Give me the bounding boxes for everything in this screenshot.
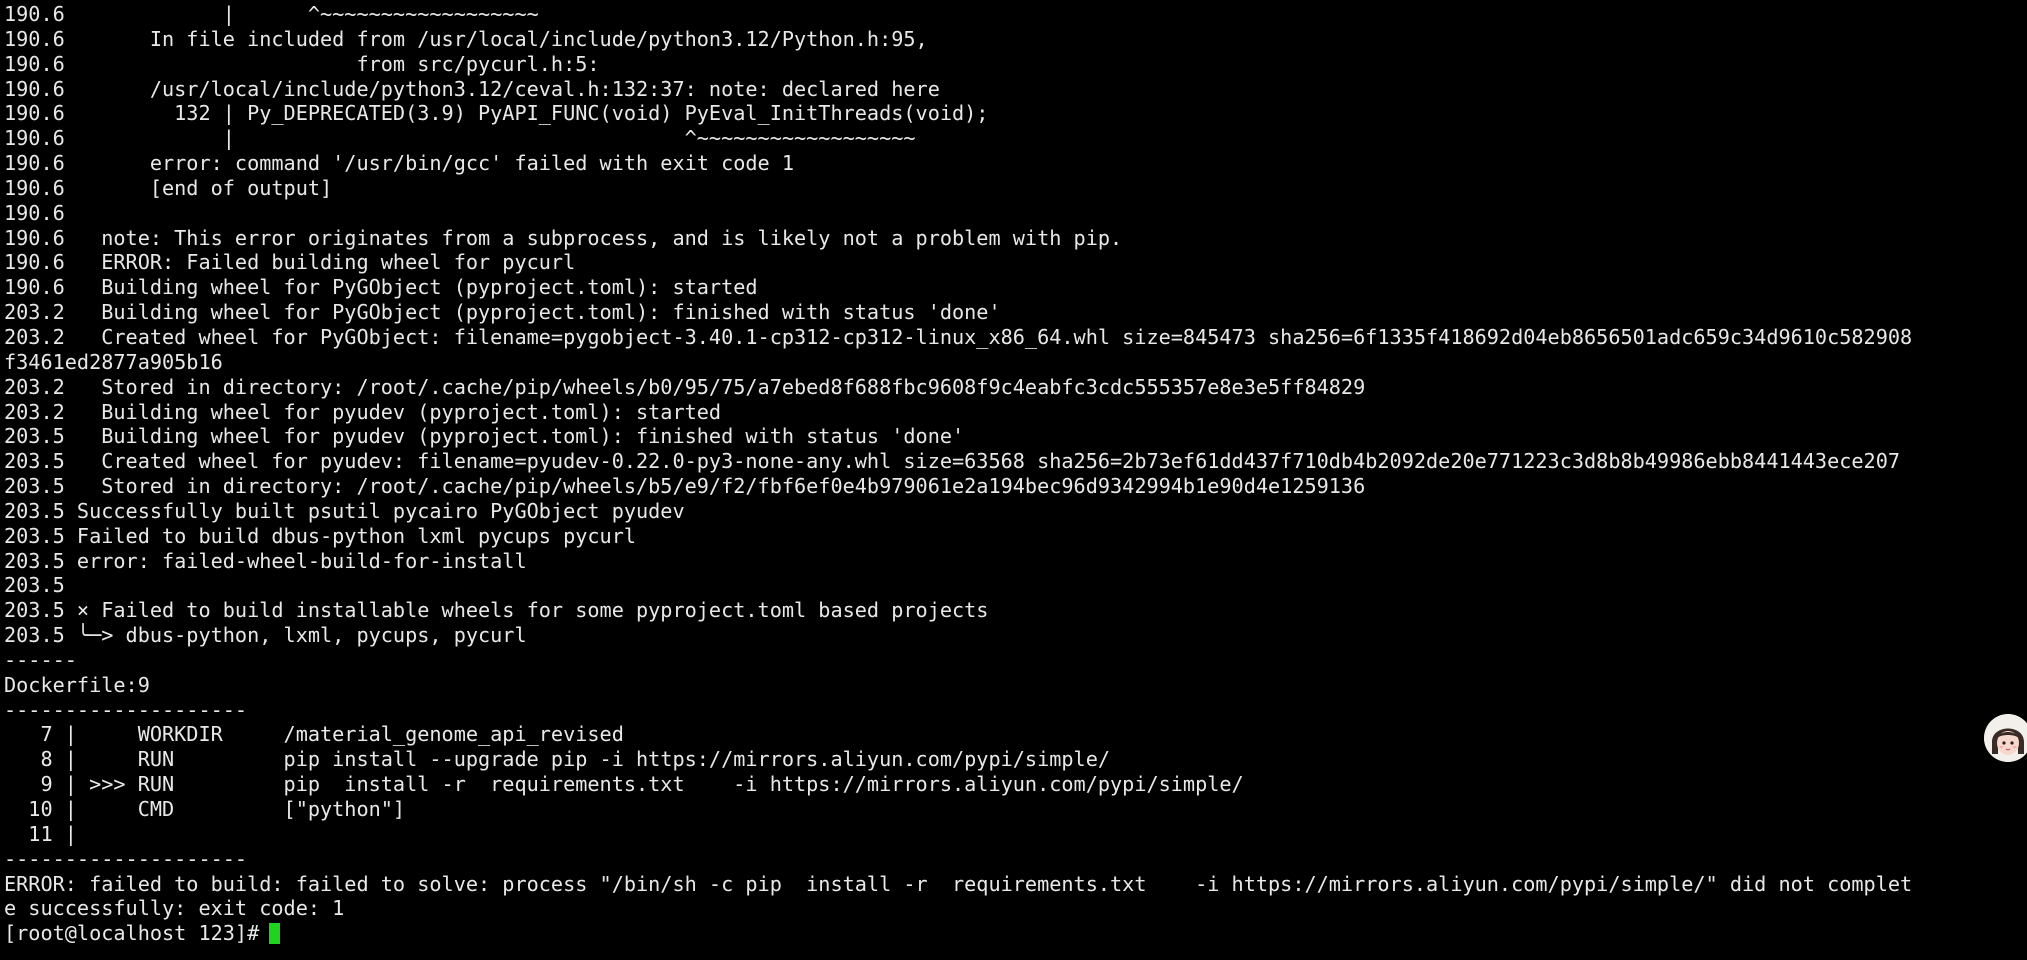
terminal-line: 11 |	[4, 821, 77, 846]
terminal-line: 190.6 Building wheel for PyGObject (pypr…	[4, 275, 758, 300]
assistant-avatar-icon[interactable]	[1984, 714, 2027, 762]
terminal-line: 190.6 from src/pycurl.h:5:	[4, 51, 600, 76]
terminal-line: 203.5 error: failed-wheel-build-for-inst…	[4, 548, 527, 573]
terminal-line: Dockerfile:9	[4, 672, 150, 697]
terminal-line: 203.5 Successfully built psutil pycairo …	[4, 498, 685, 523]
terminal-line: 190.6 | ^~~~~~~~~~~~~~~~~~~	[4, 2, 539, 26]
terminal-line: 190.6	[4, 200, 65, 225]
terminal-line: 190.6 | ^~~~~~~~~~~~~~~~~~~	[4, 126, 916, 151]
terminal-line: 190.6 /usr/local/include/python3.12/ceva…	[4, 76, 940, 101]
terminal-line: 203.2 Created wheel for PyGObject: filen…	[4, 324, 1913, 349]
terminal-line: 9 | >>> RUN pip install -r requirements.…	[4, 772, 1244, 797]
terminal-line: 190.6 error: command '/usr/bin/gcc' fail…	[4, 151, 795, 176]
terminal-output[interactable]: 190.6 | ^~~~~~~~~~~~~~~~~~~ 190.6 In fil…	[4, 2, 2024, 958]
terminal-line: 203.5 Failed to build dbus-python lxml p…	[4, 523, 637, 548]
terminal-line: 8 | RUN pip install --upgrade pip -i htt…	[4, 747, 1111, 772]
terminal-line: 203.2 Building wheel for PyGObject (pypr…	[4, 300, 1001, 325]
terminal-line: 203.5 Created wheel for pyudev: filename…	[4, 449, 1901, 474]
terminal-line: 10 | CMD ["python"]	[4, 797, 406, 821]
terminal-line: 190.6 note: This error originates from a…	[4, 225, 1123, 250]
terminal-line: 7 | WORKDIR /material_genome_api_revised	[4, 722, 624, 747]
terminal-line: 203.5 × Failed to build installable whee…	[4, 598, 989, 623]
terminal-line: --------------------	[4, 697, 248, 722]
terminal-line: ------	[4, 647, 77, 672]
terminal-line: 190.6 ERROR: Failed building wheel for p…	[4, 250, 576, 275]
terminal-line: --------------------	[4, 846, 248, 871]
text-cursor	[269, 923, 281, 945]
avatar-face-icon	[1984, 714, 2027, 762]
terminal-prompt-line[interactable]: [root@localhost 123]#	[4, 921, 2024, 946]
terminal-line: 203.5 Building wheel for pyudev (pyproje…	[4, 424, 965, 449]
terminal-line: 203.5 Stored in directory: /root/.cache/…	[4, 474, 1366, 499]
terminal-line: ERROR: failed to build: failed to solve:…	[4, 871, 1913, 896]
terminal-line: 203.5	[4, 573, 65, 598]
terminal-line: 190.6 In file included from /usr/local/i…	[4, 26, 928, 51]
terminal-line: 190.6 132 | Py_DEPRECATED(3.9) PyAPI_FUN…	[4, 101, 989, 126]
terminal-line: 203.2 Stored in directory: /root/.cache/…	[4, 374, 1366, 399]
shell-prompt: [root@localhost 123]#	[4, 921, 260, 946]
terminal-line: 203.2 Building wheel for pyudev (pyproje…	[4, 399, 722, 424]
terminal-line: e successfully: exit code: 1	[4, 896, 345, 921]
terminal-line: 203.5 ╰─> dbus-python, lxml, pycups, pyc…	[4, 623, 527, 648]
terminal-line: f3461ed2877a905b16	[4, 349, 223, 374]
terminal-line: 190.6 [end of output]	[4, 175, 333, 200]
